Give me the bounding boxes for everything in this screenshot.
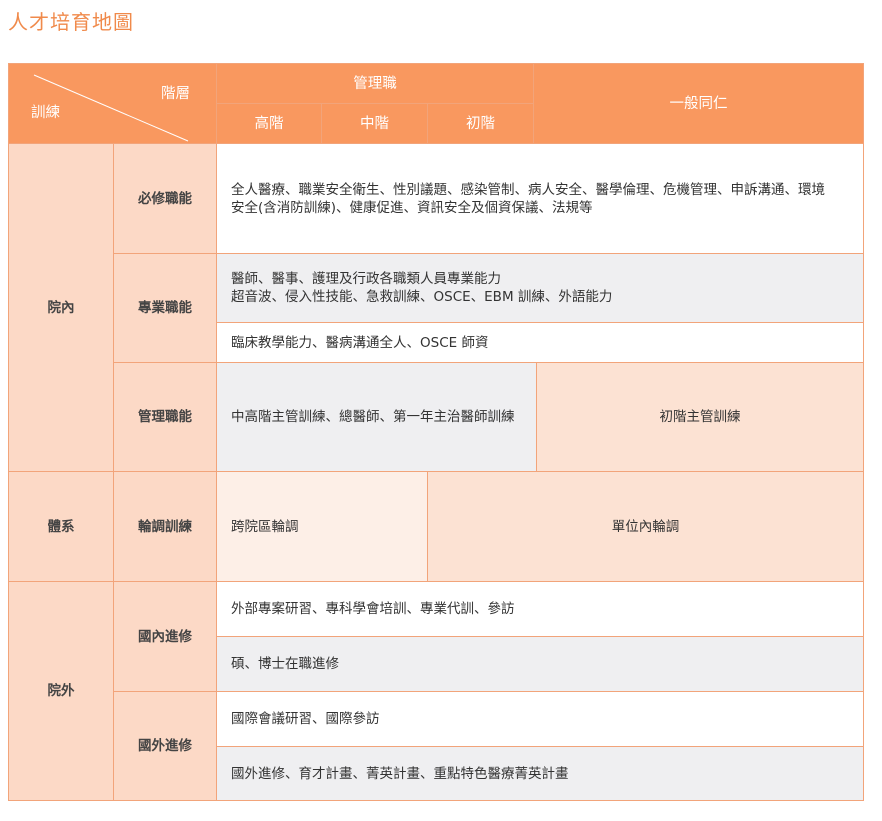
subgroup-overseas: 國外進修 bbox=[113, 691, 217, 801]
overseas-cell-a: 國際會議研習、國際參訪 bbox=[216, 691, 864, 747]
managerial-junior-cell: 初階主管訓練 bbox=[536, 362, 864, 472]
subgroup-required: 必修職能 bbox=[113, 143, 217, 254]
required-competency-cell: 全人醫療、職業安全衛生、性別議題、感染管制、病人安全、醫學倫理、危機管理、申訴溝… bbox=[216, 143, 864, 254]
domestic-cell-b: 碩、博士在職進修 bbox=[216, 636, 864, 692]
header-general-staff: 一般同仁 bbox=[533, 63, 864, 144]
header-level-junior: 初階 bbox=[427, 103, 534, 144]
professional-competency-cell-b: 臨床教學能力、醫病溝通全人、OSCE 師資 bbox=[216, 322, 864, 363]
professional-competency-cell-a: 醫師、醫事、護理及行政各職類人員專業能力 超音波、侵入性技能、急救訓練、OSCE… bbox=[216, 253, 864, 323]
professional-a-line-2: 超音波、侵入性技能、急救訓練、OSCE、EBM 訓練、外語能力 bbox=[231, 289, 613, 305]
professional-a-line-1: 醫師、醫事、護理及行政各職類人員專業能力 bbox=[231, 271, 501, 287]
rotation-cross-campus-cell: 跨院區輪調 bbox=[216, 471, 428, 582]
header-level-middle: 中階 bbox=[321, 103, 428, 144]
header-corner-level-label: 階層 bbox=[161, 86, 190, 102]
domestic-cell-a: 外部專案研習、專科學會培訓、專業代訓、參訪 bbox=[216, 581, 864, 637]
required-line-1: 全人醫療、職業安全衛生、性別議題、感染管制、病人安全、醫學倫理、危機管理、申訴溝… bbox=[231, 181, 825, 198]
header-management: 管理職 bbox=[216, 63, 534, 104]
header-level-senior: 高階 bbox=[216, 103, 322, 144]
subgroup-managerial: 管理職能 bbox=[113, 362, 217, 472]
subgroup-domestic: 國內進修 bbox=[113, 581, 217, 692]
required-line-2: 安全(含消防訓練)、健康促進、資訊安全及個資保議、法規等 bbox=[231, 199, 593, 216]
group-system: 體系 bbox=[8, 471, 114, 582]
group-external: 院外 bbox=[8, 581, 114, 801]
header-corner-training-label: 訓練 bbox=[31, 105, 60, 121]
managerial-upper-cell: 中高階主管訓練、總醫師、第一年主治醫師訓練 bbox=[216, 362, 537, 472]
group-internal: 院內 bbox=[8, 143, 114, 472]
subgroup-professional: 專業職能 bbox=[113, 253, 217, 363]
training-map-table: 階層 訓練 管理職 高階 中階 初階 一般同仁 院內 體系 院外 必修職能 專業… bbox=[0, 0, 882, 821]
subgroup-rotation: 輪調訓練 bbox=[113, 471, 217, 582]
rotation-unit-cell: 單位內輪調 bbox=[427, 471, 864, 582]
overseas-cell-b: 國外進修、育才計畫、菁英計畫、重點特色醫療菁英計畫 bbox=[216, 746, 864, 801]
header-corner-cell: 階層 訓練 bbox=[8, 63, 217, 144]
